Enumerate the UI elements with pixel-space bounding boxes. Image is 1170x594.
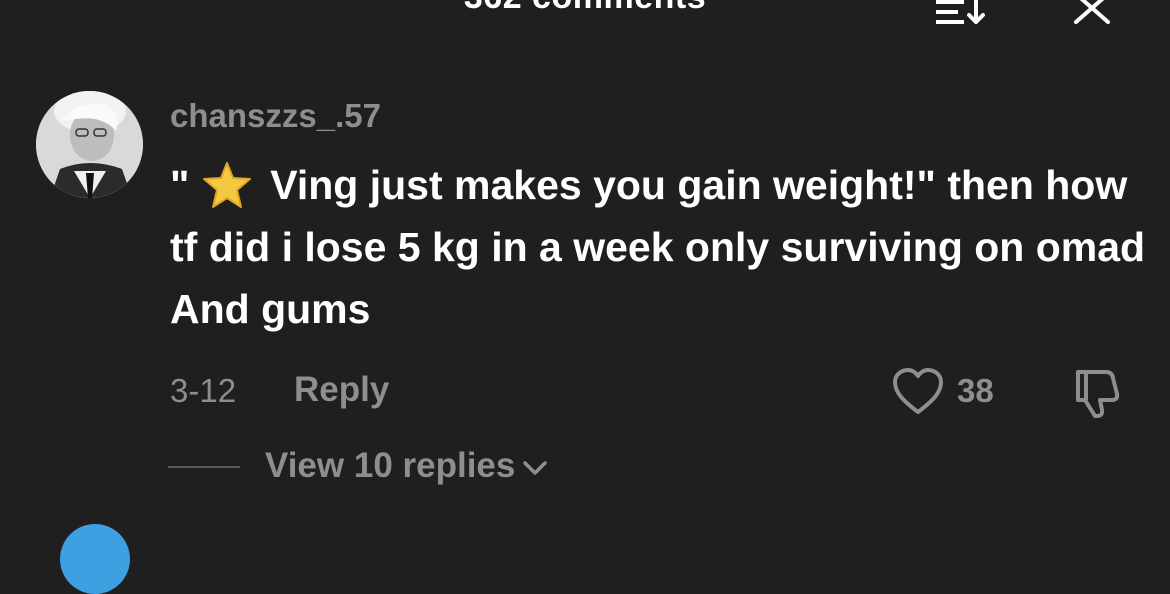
comment-date: 3-12 [170, 372, 237, 409]
next-comment-avatar[interactable] [60, 524, 130, 594]
view-replies-label: View 10 replies [265, 446, 516, 485]
comments-count-title: 362 comments [0, 0, 1170, 17]
star-emoji-icon [202, 162, 251, 208]
replies-divider [168, 466, 240, 468]
chevron-down-icon [523, 461, 548, 475]
thumbs-down-icon[interactable] [1070, 366, 1124, 420]
close-icon[interactable] [1070, 0, 1114, 24]
sort-icon[interactable] [930, 0, 990, 26]
comment-text-prefix: " [170, 162, 190, 208]
reply-button[interactable]: Reply [294, 370, 389, 410]
comment-text: " Ving just makes you gain weight!" then… [170, 154, 1150, 340]
view-replies-button[interactable]: View 10 replies [265, 446, 549, 486]
comment-text-body: Ving just makes you gain weight!" then h… [170, 162, 1146, 332]
comment-username[interactable]: chanszzs_.57 [170, 97, 381, 135]
like-count: 38 [957, 372, 994, 409]
heart-outline-icon[interactable] [892, 368, 944, 416]
avatar[interactable] [36, 91, 143, 198]
